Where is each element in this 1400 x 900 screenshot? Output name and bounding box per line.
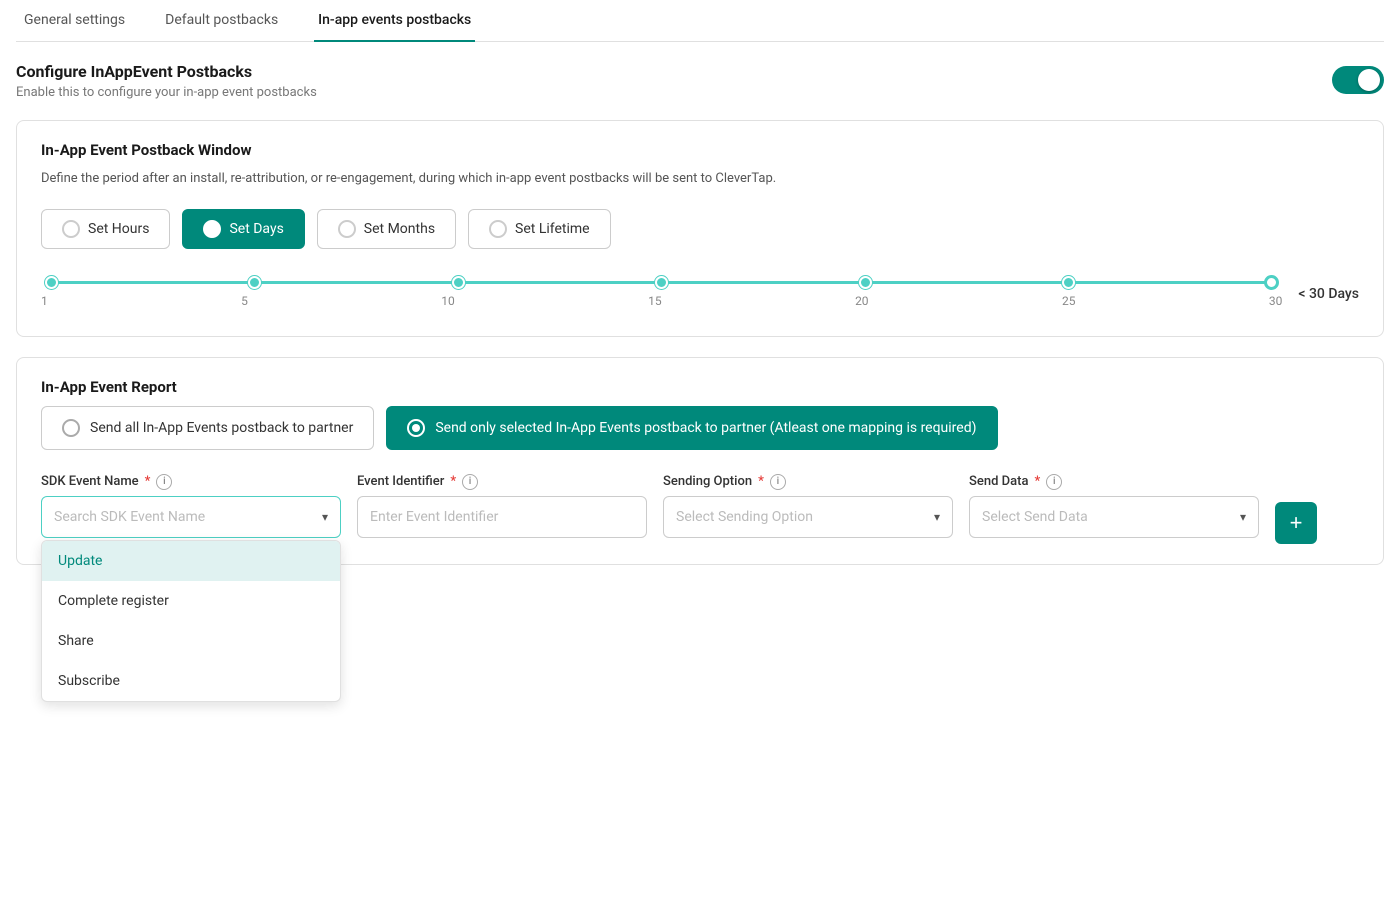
- sdk-event-name-label: SDK Event Name * i: [41, 474, 341, 490]
- report-radio-row: Send all In-App Events postback to partn…: [41, 406, 1359, 450]
- sdk-event-name-input[interactable]: Search SDK Event Name ▾: [41, 496, 341, 538]
- configure-title: Configure InAppEvent Postbacks: [16, 62, 317, 81]
- event-identifier-required-star: *: [450, 474, 456, 489]
- event-identifier-label: Event Identifier * i: [357, 474, 647, 490]
- option-set-lifetime[interactable]: Set Lifetime: [468, 209, 611, 249]
- sdk-required-star: *: [145, 474, 151, 489]
- send-data-label: Send Data * i: [969, 474, 1259, 490]
- tab-general[interactable]: General settings: [20, 0, 129, 42]
- slider-label-5: 5: [241, 294, 248, 308]
- slider-label-25: 25: [1062, 294, 1076, 308]
- option-set-hours[interactable]: Set Hours: [41, 209, 170, 249]
- slider-section: 1 5 10 15 20 25 30 < 30 Days: [41, 277, 1359, 316]
- tab-bar: General settings Default postbacks In-ap…: [16, 0, 1384, 42]
- slider-dot-15[interactable]: [655, 276, 668, 289]
- dropdown-item-share[interactable]: Share: [42, 621, 340, 661]
- option-lifetime-label: Set Lifetime: [515, 221, 590, 237]
- sending-option-input[interactable]: Select Sending Option ▾: [663, 496, 953, 538]
- send-data-placeholder: Select Send Data: [982, 509, 1088, 525]
- sending-option-required-star: *: [758, 474, 764, 489]
- tab-inapp[interactable]: In-app events postbacks: [314, 0, 475, 42]
- report-option-all-label: Send all In-App Events postback to partn…: [90, 420, 353, 436]
- slider-label-1: 1: [41, 294, 48, 308]
- slider-label-10: 10: [441, 294, 455, 308]
- report-radio-circle-all: [62, 419, 80, 437]
- configure-section: Configure InAppEvent Postbacks Enable th…: [16, 62, 1384, 100]
- toggle-thumb: [1358, 69, 1380, 91]
- slider-dot-10[interactable]: [452, 276, 465, 289]
- send-data-chevron-icon: ▾: [1240, 510, 1246, 524]
- report-option-all[interactable]: Send all In-App Events postback to partn…: [41, 406, 374, 450]
- option-set-days[interactable]: Set Days: [182, 209, 304, 249]
- send-data-input[interactable]: Select Send Data ▾: [969, 496, 1259, 538]
- slider-label-15: 15: [648, 294, 662, 308]
- sending-option-chevron-icon: ▾: [934, 510, 940, 524]
- fields-row: SDK Event Name * i Search SDK Event Name…: [41, 474, 1359, 544]
- radio-circle-hours: [62, 220, 80, 238]
- postback-window-title: In-App Event Postback Window: [41, 141, 1359, 159]
- radio-circle-lifetime: [489, 220, 507, 238]
- send-data-group: Send Data * i Select Send Data ▾: [969, 474, 1259, 538]
- dropdown-item-complete-register[interactable]: Complete register: [42, 581, 340, 621]
- postback-window-description: Define the period after an install, re-a…: [41, 169, 1359, 189]
- slider-dot-5[interactable]: [248, 276, 261, 289]
- configure-toggle[interactable]: [1332, 66, 1384, 94]
- tab-default[interactable]: Default postbacks: [161, 0, 282, 42]
- option-months-label: Set Months: [364, 221, 435, 237]
- sending-option-placeholder: Select Sending Option: [676, 509, 813, 525]
- event-report-card: In-App Event Report Send all In-App Even…: [16, 357, 1384, 565]
- slider-dot-30[interactable]: [1265, 276, 1278, 289]
- event-identifier-info-icon[interactable]: i: [462, 474, 478, 490]
- slider-dot-20[interactable]: [859, 276, 872, 289]
- add-mapping-button[interactable]: +: [1275, 502, 1317, 544]
- sdk-event-name-placeholder: Search SDK Event Name: [54, 509, 205, 525]
- slider-labels: 1 5 10 15 20 25 30: [41, 294, 1282, 308]
- event-identifier-placeholder: Enter Event Identifier: [370, 509, 498, 525]
- slider-value-display: < 30 Days: [1298, 286, 1359, 302]
- postback-window-options: Set Hours Set Days Set Months Set Lifeti…: [41, 209, 1359, 249]
- dropdown-item-update[interactable]: Update: [42, 541, 340, 581]
- slider-track-wrapper: [45, 281, 1278, 284]
- sending-option-group: Sending Option * i Select Sending Option…: [663, 474, 953, 538]
- slider-dots: [45, 276, 1278, 289]
- option-hours-label: Set Hours: [88, 221, 149, 237]
- sdk-info-icon[interactable]: i: [156, 474, 172, 490]
- report-radio-circle-selected: [407, 419, 425, 437]
- sdk-event-name-group: SDK Event Name * i Search SDK Event Name…: [41, 474, 341, 538]
- slider-dot-1[interactable]: [45, 276, 58, 289]
- slider-label-20: 20: [855, 294, 869, 308]
- toggle-wrapper[interactable]: [1332, 66, 1384, 94]
- sdk-event-dropdown: Update Complete register Share Subscribe: [41, 540, 341, 702]
- dropdown-item-subscribe[interactable]: Subscribe: [42, 661, 340, 701]
- configure-description: Enable this to configure your in-app eve…: [16, 85, 317, 100]
- option-days-label: Set Days: [229, 221, 283, 237]
- slider-label-30: 30: [1269, 294, 1283, 308]
- radio-circle-days: [203, 220, 221, 238]
- report-option-selected-label: Send only selected In-App Events postbac…: [435, 420, 976, 436]
- send-data-required-star: *: [1034, 474, 1040, 489]
- slider-dot-25[interactable]: [1062, 276, 1075, 289]
- option-set-months[interactable]: Set Months: [317, 209, 456, 249]
- sdk-chevron-icon: ▾: [322, 510, 328, 524]
- event-identifier-group: Event Identifier * i Enter Event Identif…: [357, 474, 647, 538]
- radio-circle-months: [338, 220, 356, 238]
- event-identifier-input[interactable]: Enter Event Identifier: [357, 496, 647, 538]
- postback-window-card: In-App Event Postback Window Define the …: [16, 120, 1384, 337]
- report-option-selected[interactable]: Send only selected In-App Events postbac…: [386, 406, 997, 450]
- event-report-title: In-App Event Report: [41, 378, 1359, 396]
- sending-option-label: Sending Option * i: [663, 474, 953, 490]
- send-data-info-icon[interactable]: i: [1046, 474, 1062, 490]
- sending-option-info-icon[interactable]: i: [770, 474, 786, 490]
